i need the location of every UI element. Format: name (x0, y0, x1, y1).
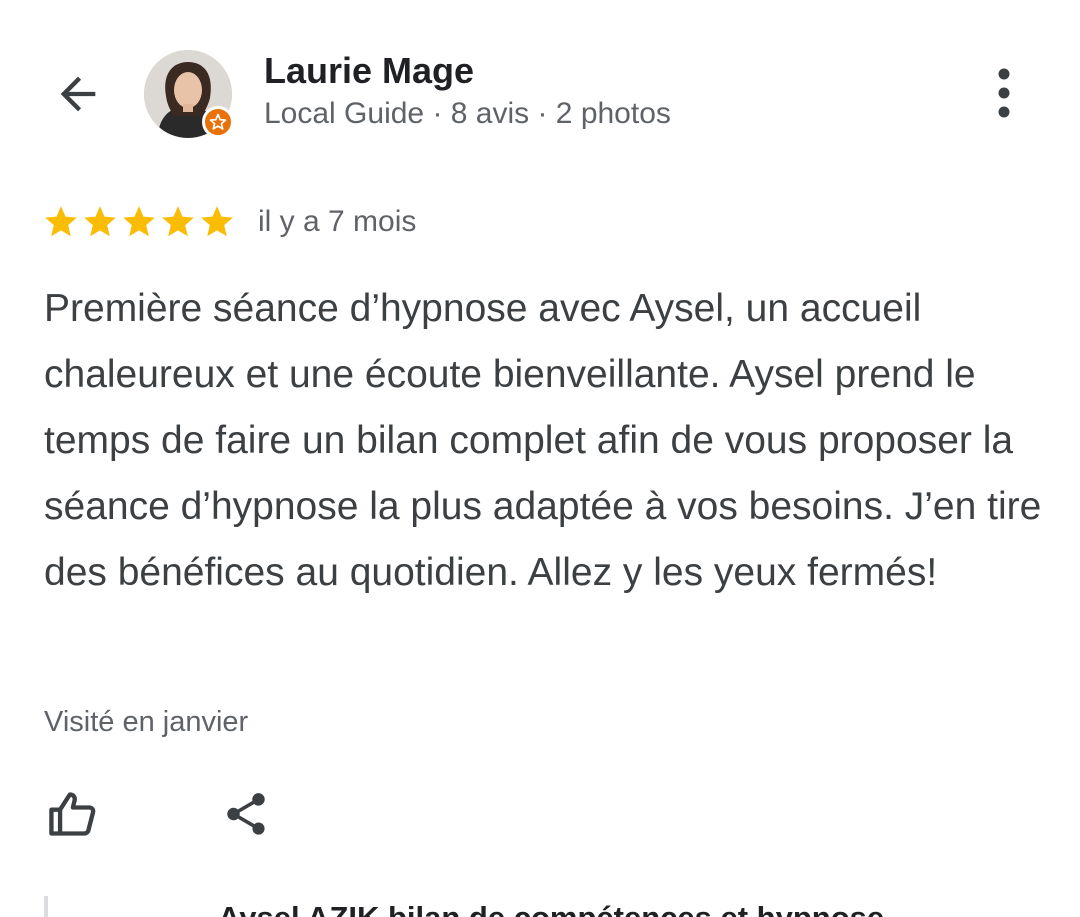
local-guide-star-icon (202, 106, 234, 138)
reviewer-meta: Local Guide · 8 avis · 2 photos (264, 97, 671, 130)
review-detail-screen: Laurie Mage Local Guide · 8 avis · 2 pho… (0, 0, 1080, 917)
owner-name: Aysel AZIK bilan de compétences et hypno… (218, 900, 884, 917)
star-icon (201, 206, 233, 237)
review-time: il y a 7 mois (258, 205, 417, 238)
arrow-back-icon (60, 76, 96, 112)
star-icon (162, 206, 194, 237)
star-icon (84, 206, 116, 237)
reviewer-name[interactable]: Laurie Mage (264, 50, 474, 92)
star-icon (45, 206, 77, 237)
owner-response: Aysel AZIK bilan de compétences et hypno… (44, 896, 1048, 917)
review-text: Première séance d’hypnose avec Aysel, un… (44, 287, 1042, 594)
back-button[interactable] (48, 66, 108, 122)
avatar[interactable] (144, 50, 234, 138)
more-options-button[interactable] (980, 66, 1028, 122)
more-vert-icon (998, 68, 1010, 118)
thumb-up-icon (49, 792, 96, 836)
rating-row: il y a 7 mois (42, 200, 416, 244)
visit-date: Visité en janvier (44, 706, 249, 738)
share-icon (227, 793, 265, 835)
star-icon (123, 206, 155, 237)
share-button[interactable] (214, 784, 278, 844)
like-button[interactable] (40, 784, 104, 844)
star-rating (42, 203, 236, 241)
